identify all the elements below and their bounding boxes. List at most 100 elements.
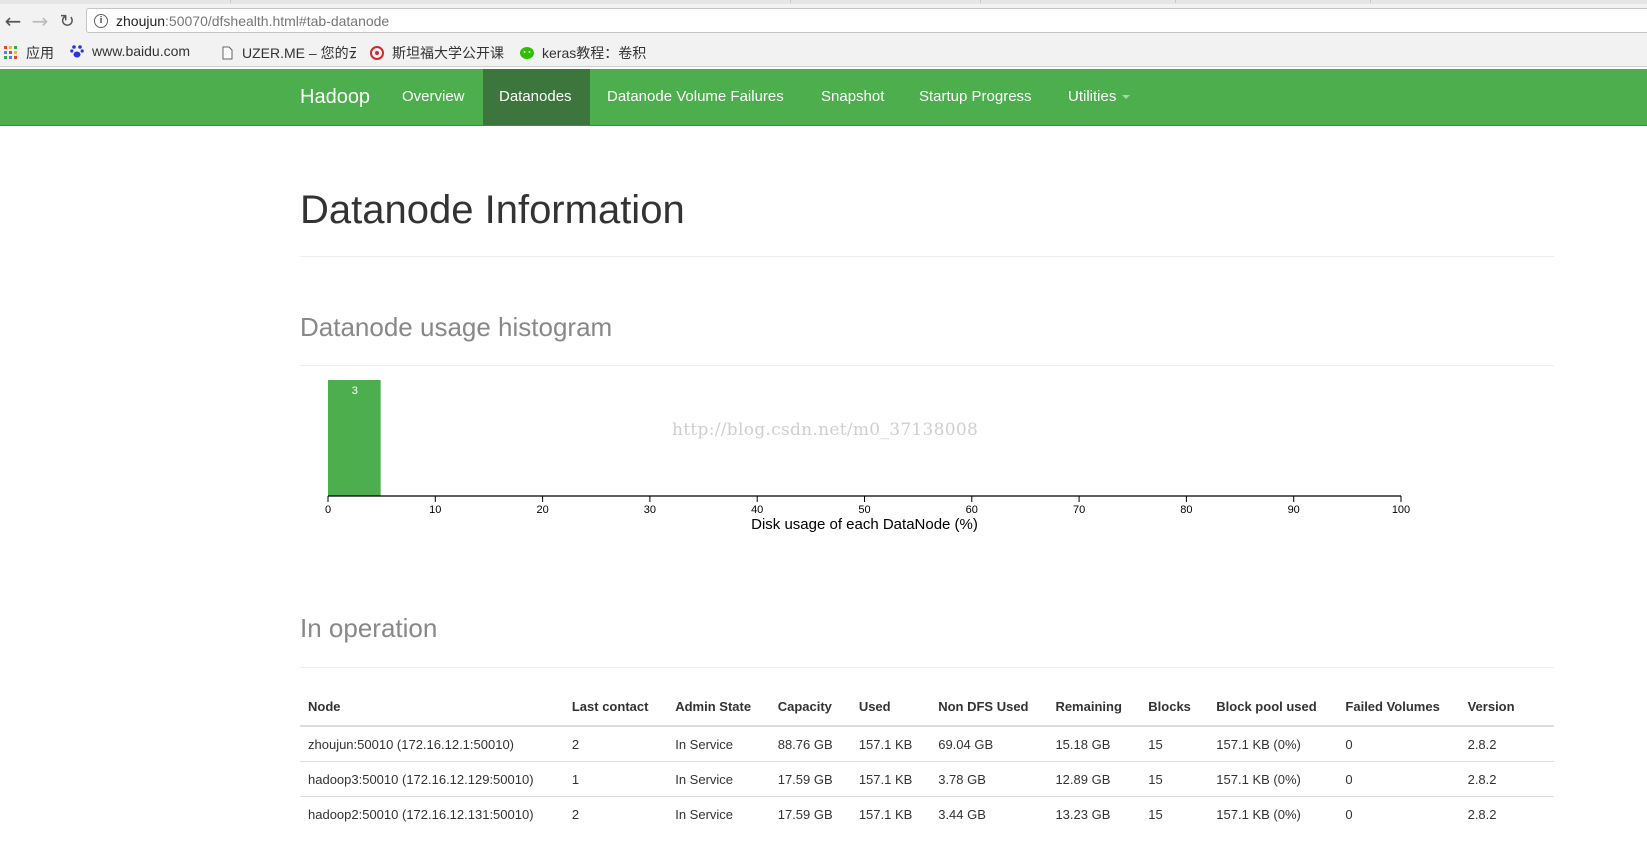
table-cell: 0 — [1337, 725, 1460, 762]
table-cell: In Service — [667, 761, 770, 797]
table-cell: 2.8.2 — [1459, 761, 1554, 797]
chevron-down-icon — [1122, 95, 1131, 100]
table-cell: zhoujun:50010 (172.16.12.1:50010) — [300, 725, 564, 762]
browser-tab[interactable] — [1175, 0, 1371, 3]
back-icon[interactable]: ← — [0, 8, 26, 34]
histogram-heading: Datanode usage histogram — [300, 312, 613, 342]
column-header[interactable]: Non DFS Used — [930, 688, 1048, 727]
table-row: hadoop3:50010 (172.16.12.129:50010) 1 In S… — [300, 761, 1554, 797]
table-cell: 157.1 KB — [850, 761, 931, 797]
table-cell: 12.89 GB — [1047, 761, 1141, 797]
usage-histogram-chart: 3 0 10 20 30 40 50 60 70 80 90 100 Disk usage of e… — [325, 380, 1410, 533]
forward-icon[interactable]: → — [27, 8, 53, 34]
page-title: Datanode Information — [300, 188, 685, 232]
table-cell: 1 — [563, 761, 668, 797]
divider — [300, 667, 1554, 668]
nav-utilities-dropdown[interactable]: Utilities — [1052, 69, 1152, 125]
table-cell: 3.78 GB — [930, 761, 1048, 797]
browser-tab[interactable] — [1370, 0, 1566, 3]
url-host: zhoujun — [116, 12, 166, 29]
bookmark-stanford[interactable]: 斯坦福大学公开课 — [370, 43, 504, 63]
table-header-row: Node Last contact Admin State Capacity Used N… — [300, 688, 1554, 727]
url-path: :50070/dfshealth.html#tab-datanode — [165, 12, 390, 29]
table-cell: 2.8.2 — [1459, 725, 1554, 762]
page-icon — [222, 46, 233, 60]
table-cell: 15 — [1140, 761, 1209, 797]
bookmark-baidu[interactable]: www.baidu.com — [70, 43, 206, 59]
table-cell: 17.59 GB — [769, 796, 851, 831]
x-tick-label: 50 — [858, 504, 870, 516]
apps-grid-icon — [4, 46, 17, 59]
browser-tab[interactable] — [230, 0, 586, 3]
address-bar[interactable]: i zhoujun:50070/dfshealth.html#tab-datan… — [86, 8, 1647, 33]
browser-tab[interactable] — [790, 0, 981, 3]
table-cell: In Service — [667, 725, 770, 762]
x-tick-label: 0 — [325, 504, 331, 516]
x-tick-label: 60 — [966, 504, 978, 516]
bookmark-label: 应用 — [26, 45, 54, 61]
bookmark-label: 斯坦福大学公开课 — [392, 45, 504, 61]
nav-snapshot[interactable]: Snapshot — [805, 69, 905, 125]
info-icon[interactable]: i — [94, 13, 108, 28]
reload-icon[interactable]: ↻ — [54, 8, 80, 34]
bookmarks-bar: 应用 www.baidu.com UZER.ME – 您的云 斯坦福大学公开课 … — [0, 38, 1647, 67]
browser-tab[interactable] — [980, 0, 1176, 3]
baidu-paw-icon — [70, 45, 84, 58]
bookmark-keras[interactable]: keras教程：卷积 — [520, 43, 656, 63]
column-header[interactable]: Blocks — [1140, 688, 1209, 727]
table-cell: 157.1 KB (0%) — [1208, 761, 1338, 797]
nav-overview[interactable]: Overview — [386, 69, 468, 125]
bar-count-label: 3 — [352, 385, 358, 397]
watermark: http://blog.csdn.net/m0_37138008 — [672, 420, 979, 440]
column-header[interactable]: Block pool used — [1208, 688, 1338, 727]
table-cell: hadoop3:50010 (172.16.12.129:50010) — [300, 761, 564, 797]
x-tick-label: 90 — [1288, 504, 1300, 516]
x-tick-label: 10 — [429, 504, 441, 516]
bookmark-apps[interactable]: 应用 — [4, 43, 60, 63]
column-header[interactable]: Used — [850, 688, 931, 727]
table-cell: 13.23 GB — [1047, 796, 1141, 831]
divider — [300, 256, 1554, 257]
column-header[interactable]: Remaining — [1047, 688, 1141, 727]
histogram-bars: 3 — [328, 380, 381, 496]
nav-label: Overview — [402, 88, 465, 105]
column-header[interactable]: Last contact — [563, 688, 668, 727]
table-cell: 157.1 KB (0%) — [1208, 725, 1338, 762]
column-header[interactable]: Version — [1459, 688, 1554, 727]
table-cell: 2 — [563, 796, 668, 831]
navbar-brand[interactable]: Hadoop — [300, 69, 370, 125]
nav-datanodes[interactable]: Datanodes — [483, 69, 590, 125]
table-cell: 17.59 GB — [769, 761, 851, 797]
x-tick-label: 80 — [1180, 504, 1192, 516]
column-header[interactable]: Admin State — [667, 688, 770, 727]
table-cell: 15 — [1140, 725, 1209, 762]
column-header[interactable]: Failed Volumes — [1337, 688, 1460, 727]
bookmark-uzer[interactable]: UZER.ME – 您的云 — [220, 43, 356, 63]
datanodes-table: Node Last contact Admin State Capacity Used N… — [300, 688, 1554, 831]
nav-label: Datanodes — [499, 88, 572, 105]
table-body: zhoujun:50010 (172.16.12.1:50010) 2 In Ser… — [300, 725, 1554, 831]
table-cell: 2.8.2 — [1459, 796, 1554, 831]
table-cell: 88.76 GB — [769, 725, 851, 762]
nav-startup-progress[interactable]: Startup Progress — [903, 69, 1049, 125]
browser-toolbar: ← → ↻ i zhoujun:50070/dfshealth.html#tab… — [0, 4, 1647, 38]
histogram-bar — [328, 380, 381, 496]
x-tick-label: 100 — [1392, 504, 1410, 516]
netease-icon — [370, 46, 384, 60]
nav-label: Snapshot — [821, 88, 885, 105]
column-header[interactable]: Node — [300, 688, 564, 727]
column-header[interactable]: Capacity — [769, 688, 851, 727]
nav-label: Datanode Volume Failures — [607, 88, 784, 105]
divider — [300, 365, 1554, 366]
table-cell: 15 — [1140, 796, 1209, 831]
nav-datanode-volume-failures[interactable]: Datanode Volume Failures — [591, 69, 795, 125]
table-cell: In Service — [667, 796, 770, 831]
wechat-icon — [520, 47, 534, 59]
hadoop-navbar: Hadoop Overview Datanodes Datanode Volum… — [0, 69, 1647, 126]
bookmark-label: www.baidu.com — [92, 43, 191, 59]
x-axis-label: Disk usage of each DataNode (%) — [751, 516, 978, 533]
bookmark-label: UZER.ME – 您的云 — [242, 45, 356, 61]
table-cell: 157.1 KB — [850, 796, 931, 831]
table-cell: 157.1 KB — [850, 725, 931, 762]
table-row: zhoujun:50010 (172.16.12.1:50010) 2 In Ser… — [300, 725, 1554, 762]
